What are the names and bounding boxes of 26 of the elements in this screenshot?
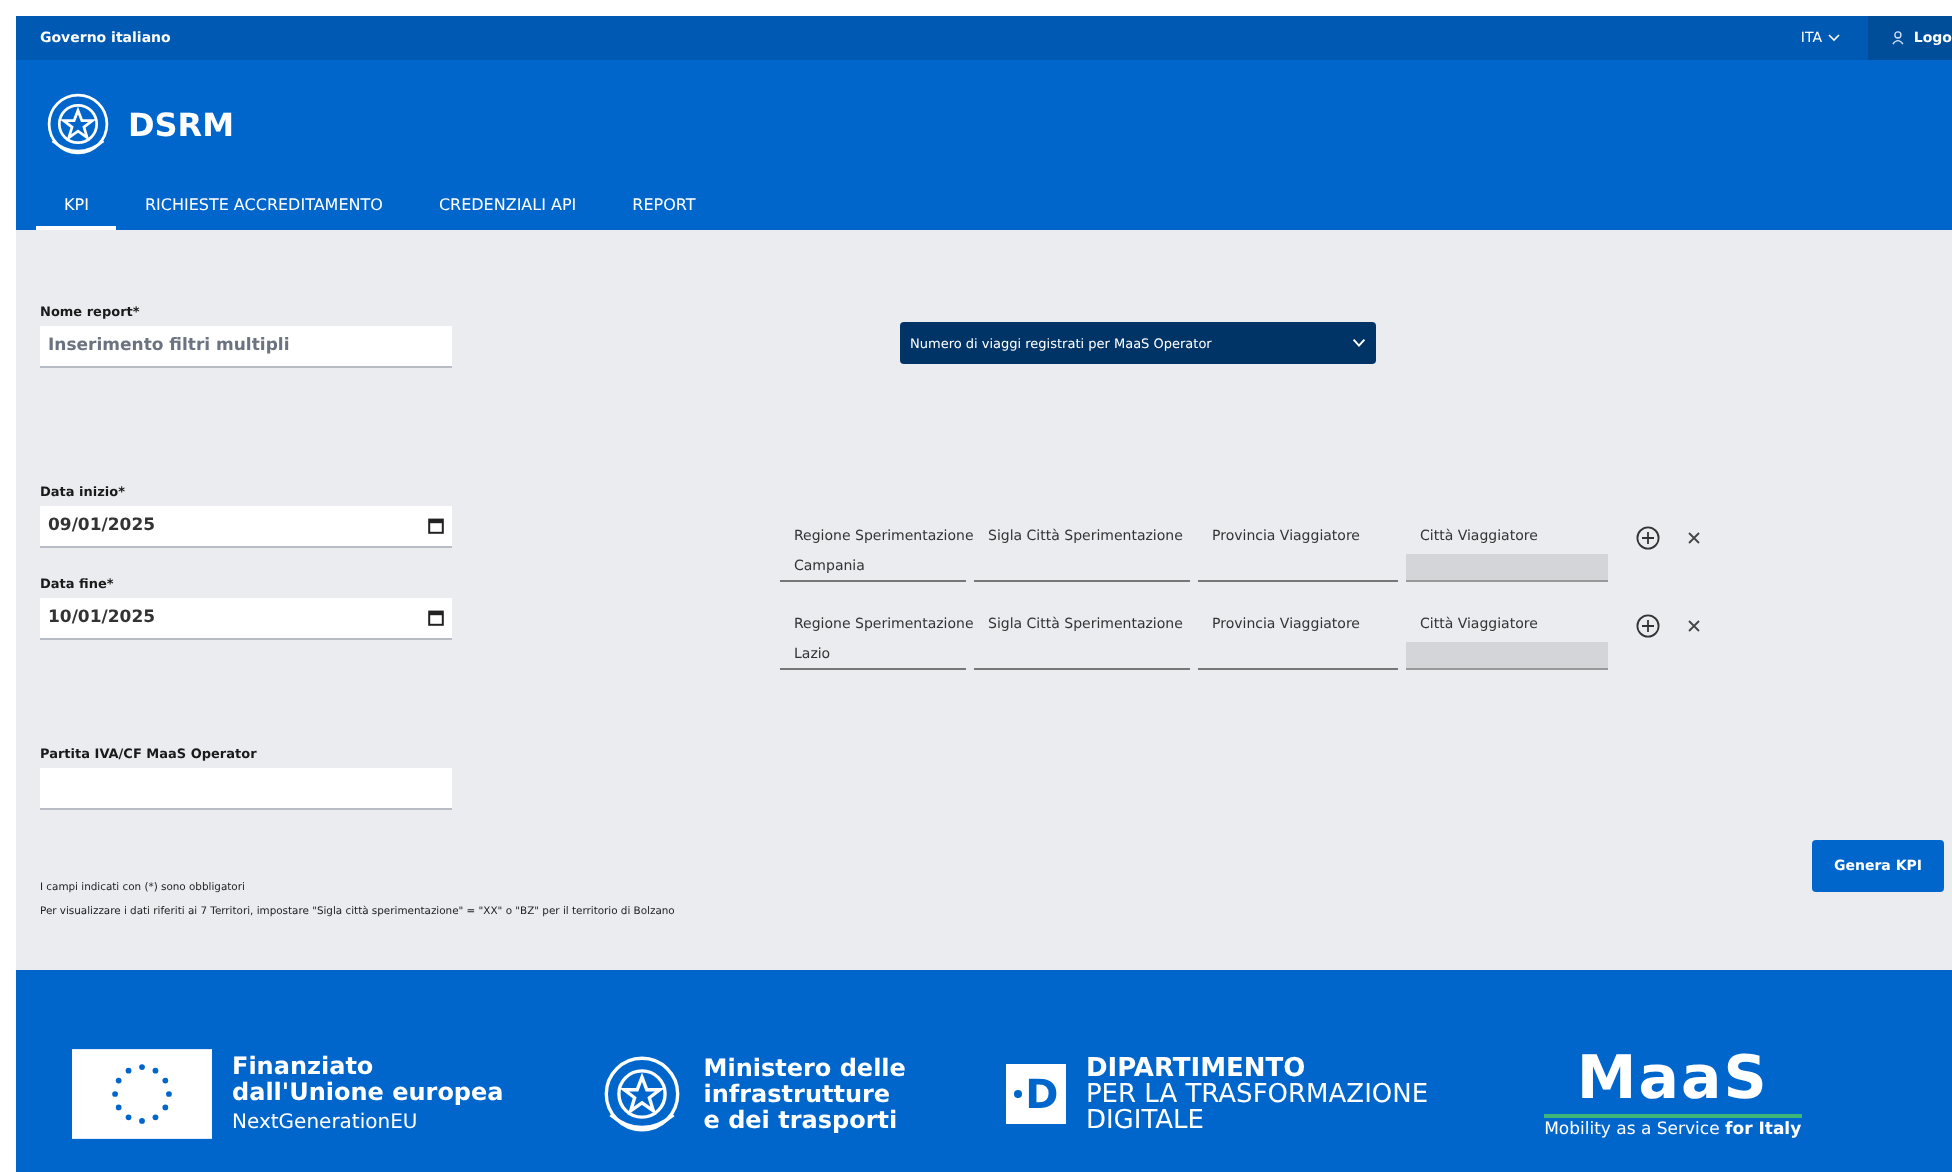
add-circle-icon[interactable] xyxy=(1636,614,1660,638)
date-field[interactable]: 10/01/2025 xyxy=(40,598,452,640)
text-field[interactable] xyxy=(40,768,452,810)
logo-tagline: Mobility as a Service for Italy xyxy=(1544,1113,1802,1139)
eu-flag-icon xyxy=(72,1046,212,1142)
maas-logo: MaaS xyxy=(1576,1049,1769,1109)
logo-text: DIPARTIMENTO PER LA TRASFORMAZIONE DIGITALE xyxy=(1085,1055,1429,1133)
emblem-icon xyxy=(599,1052,684,1136)
chevron-down-icon xyxy=(1828,34,1840,42)
close-icon[interactable] xyxy=(1688,532,1700,544)
nav-tab[interactable]: REPORT xyxy=(604,196,724,230)
calendar-icon[interactable] xyxy=(428,518,444,534)
nav-tab[interactable]: CREDENZIALI API xyxy=(410,196,605,230)
app-title: DSRM xyxy=(128,105,235,143)
add-circle-icon[interactable] xyxy=(1636,526,1660,550)
date-field[interactable]: 09/01/2025 xyxy=(40,506,452,548)
text-field[interactable]: Inserimento filtri multipli xyxy=(40,326,452,368)
chevron-down-icon xyxy=(1352,338,1366,348)
logo-text: Ministero delle infrastrutture e dei trasporti xyxy=(703,1055,906,1133)
close-icon[interactable] xyxy=(1688,620,1700,632)
emblem-icon xyxy=(44,90,112,158)
user-icon xyxy=(1892,30,1904,46)
logo-text: Finanziato dall'Unione europea NextGenerationEU xyxy=(232,1053,504,1135)
department-logo: D xyxy=(1005,1064,1066,1124)
calendar-icon[interactable] xyxy=(428,610,444,626)
nav-tab[interactable]: RICHIESTE ACCREDITAMENTO xyxy=(116,196,411,230)
